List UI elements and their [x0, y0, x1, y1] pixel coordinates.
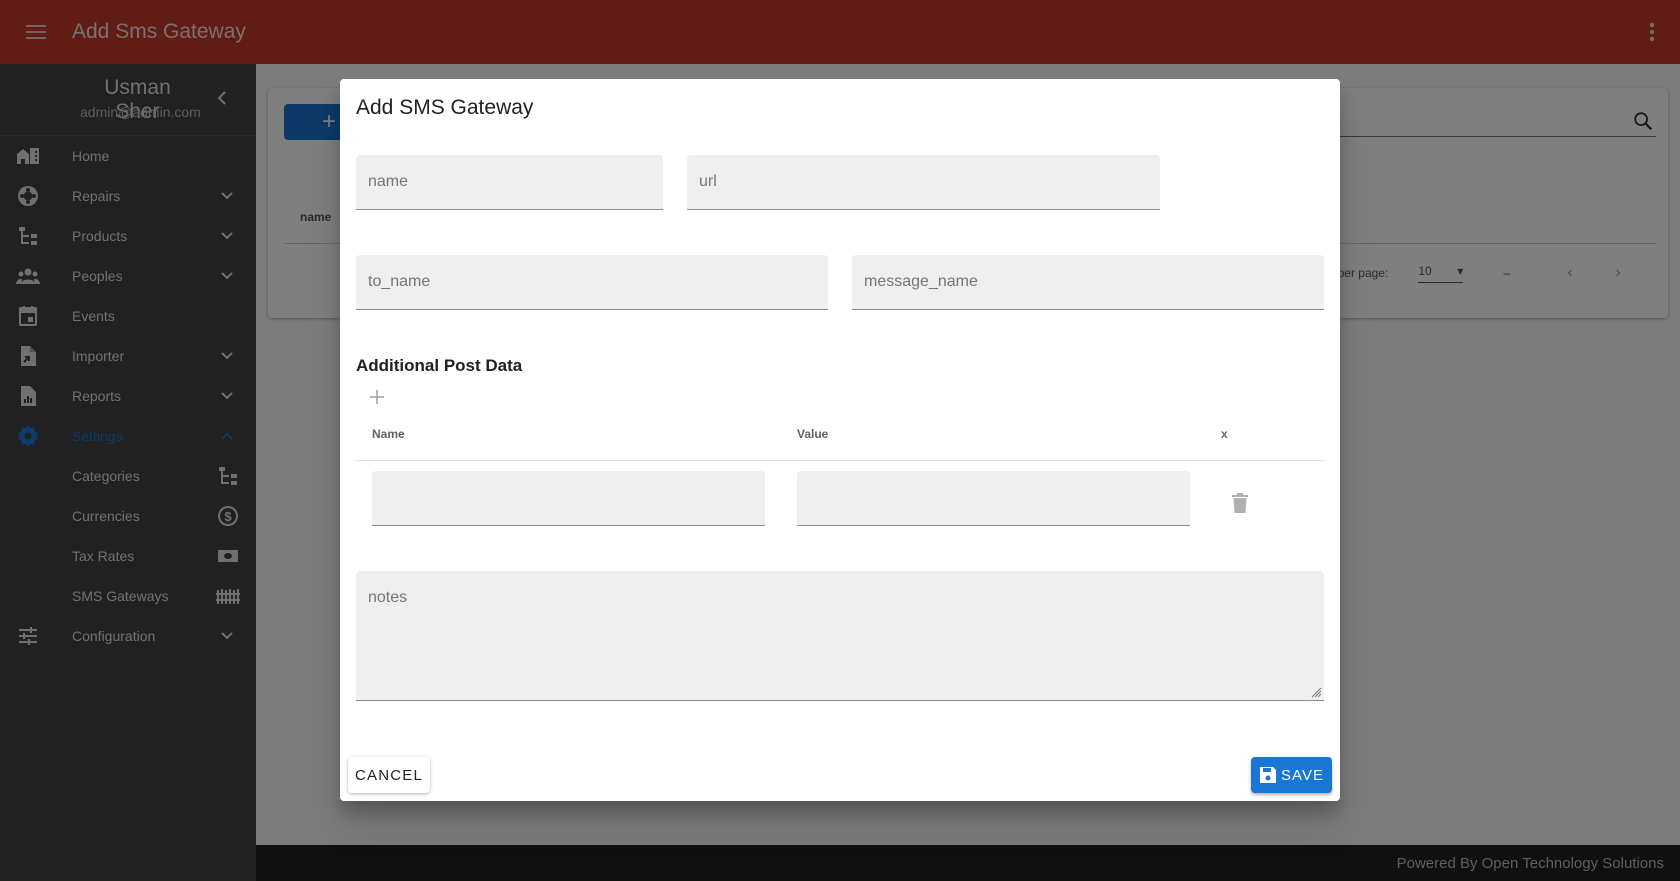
plus-icon: [370, 390, 384, 404]
url-input[interactable]: [687, 155, 1160, 209]
post-data-value-input[interactable]: [797, 471, 1190, 525]
save-label: SAVE: [1281, 766, 1324, 784]
additional-post-data-title: Additional Post Data: [356, 356, 523, 375]
column-header-remove: x: [1221, 427, 1228, 441]
save-icon: [1260, 767, 1277, 783]
table-divider: [356, 460, 1324, 461]
resize-grip-icon[interactable]: [1310, 686, 1322, 698]
column-header-value: Value: [797, 427, 829, 441]
add-post-data-row-button[interactable]: [364, 384, 390, 410]
post-data-name-field: [372, 471, 765, 526]
notes-field: [356, 571, 1324, 701]
message-name-input[interactable]: [852, 255, 1324, 309]
cancel-button[interactable]: CANCEL: [348, 757, 430, 793]
name-input[interactable]: [356, 155, 663, 209]
column-header-name: Name: [372, 427, 405, 441]
notes-textarea[interactable]: [356, 571, 1324, 700]
add-sms-gateway-dialog: Add SMS Gateway Additional Post Data Nam…: [340, 79, 1340, 801]
cancel-label: CANCEL: [354, 766, 424, 784]
post-data-name-input[interactable]: [372, 471, 765, 525]
save-button[interactable]: SAVE: [1251, 757, 1332, 793]
post-data-value-field: [797, 471, 1190, 526]
name-field: [356, 155, 663, 210]
dialog-title: Add SMS Gateway: [356, 96, 534, 119]
url-field: [687, 155, 1160, 210]
to-name-input[interactable]: [356, 255, 828, 309]
to-name-field: [356, 255, 828, 310]
delete-row-icon[interactable]: [1230, 492, 1250, 514]
message-name-field: [852, 255, 1324, 310]
